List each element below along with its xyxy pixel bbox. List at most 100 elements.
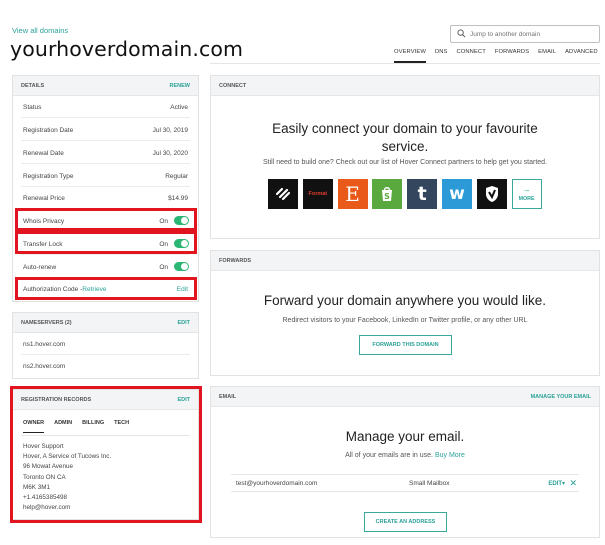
tab-admin[interactable]: ADMIN: [54, 420, 72, 433]
nameservers-card: NAMESERVERS (2) EDIT ns1.hover.com ns2.h…: [12, 312, 199, 379]
view-all-domains-link[interactable]: View all domains: [12, 26, 68, 35]
tab-overview[interactable]: OVERVIEW: [394, 49, 426, 63]
nameserver-value: ns1.hover.com: [23, 341, 66, 348]
weebly-icon[interactable]: w: [441, 179, 472, 209]
email-usage-text: All of your emails are in use.: [345, 452, 433, 459]
forwards-title: FORWARDS: [219, 258, 251, 264]
tab-tech[interactable]: TECH: [114, 420, 129, 433]
forward-domain-button[interactable]: FORWARD THIS DOMAIN: [359, 335, 452, 355]
registration-records-edit-link[interactable]: EDIT: [177, 397, 190, 403]
search-input[interactable]: [470, 27, 598, 41]
connect-subtext: Still need to build one? Check out our l…: [262, 159, 548, 166]
details-card: DETAILS RENEW Status Active Registration…: [12, 75, 199, 302]
registration-records-title: REGISTRATION RECORDS: [21, 397, 92, 403]
connect-header: CONNECT: [211, 76, 599, 96]
connect-card: CONNECT Easily connect your domain to yo…: [210, 75, 600, 239]
detail-label: Registration Date: [23, 127, 74, 134]
tumblr-icon[interactable]: t: [407, 179, 438, 209]
search-icon: [457, 29, 466, 38]
forwards-headline: Forward your domain anywhere you would l…: [263, 293, 547, 308]
retrieve-link[interactable]: Retrieve: [82, 286, 106, 293]
format-icon[interactable]: Format: [302, 179, 333, 209]
detail-row-renewal-date: Renewal Date Jul 30, 2020: [21, 142, 190, 164]
domain-tabs: OVERVIEW DNS CONNECT FORWARDS EMAIL ADVA…: [394, 49, 605, 63]
squarespace-icon[interactable]: [268, 179, 298, 209]
detail-value: Regular: [165, 173, 188, 180]
tab-advanced[interactable]: ADVANCED: [565, 49, 598, 63]
detail-label: Renewal Date: [23, 150, 64, 157]
svg-text:S: S: [385, 192, 391, 201]
transfer-lock-toggle[interactable]: [174, 239, 189, 248]
buy-more-link[interactable]: Buy More: [435, 452, 465, 459]
contact-street: 96 Mowat Avenue: [23, 463, 73, 471]
detail-row-transfer-lock: Transfer Lock On: [21, 233, 190, 255]
detail-label: Status: [23, 104, 42, 111]
whois-privacy-toggle[interactable]: [174, 216, 189, 225]
contact-phone: +1.4165385498: [23, 494, 67, 502]
contact-details: Hover Support Hover, A Service of Tucows…: [23, 442, 111, 513]
detail-label: Authorization Code -Retrieve: [23, 286, 106, 293]
contact-name: Hover Support: [23, 443, 64, 450]
detail-row-authorization-code: Authorization Code -Retrieve Edit: [21, 278, 190, 300]
registration-records-header: REGISTRATION RECORDS EDIT: [13, 390, 198, 410]
email-headline: Manage your email.: [345, 429, 465, 444]
nameservers-title: NAMESERVERS (2): [21, 320, 72, 326]
more-label: MORE: [518, 196, 535, 202]
tab-connect[interactable]: CONNECT: [457, 49, 486, 63]
mailbox-edit-dropdown[interactable]: EDIT▾: [548, 480, 565, 487]
tab-forwards[interactable]: FORWARDS: [495, 49, 529, 63]
auto-renew-toggle[interactable]: [174, 262, 189, 271]
forwards-header: FORWARDS: [211, 251, 599, 271]
tabs-divider: [210, 63, 600, 64]
squarespace-glyph: [275, 187, 291, 201]
arrow-right-icon: →: [522, 185, 531, 194]
nameservers-edit-link[interactable]: EDIT: [177, 320, 190, 326]
email-subtext: All of your emails are in use. Buy More: [211, 452, 599, 459]
contact-tabs: OWNER ADMIN BILLING TECH: [23, 420, 139, 433]
contact-organization: Hover, A Service of Tucows Inc.: [23, 453, 112, 461]
tab-email[interactable]: EMAIL: [538, 49, 556, 63]
mailbox-row: test@yourhoverdomain.com Small Mailbox E…: [231, 474, 579, 492]
renew-link[interactable]: RENEW: [170, 83, 190, 89]
page-title: yourhoverdomain.com: [10, 37, 244, 61]
shield-icon[interactable]: [476, 179, 507, 209]
detail-label: Renewal Price: [23, 195, 65, 202]
detail-row-registration-date: Registration Date Jul 30, 2019: [21, 119, 190, 141]
details-title: DETAILS: [21, 83, 45, 89]
auth-code-label: Authorization Code -: [23, 286, 83, 293]
email-title: EMAIL: [219, 394, 237, 400]
domain-search[interactable]: [450, 25, 600, 43]
contact-tabs-divider: [21, 435, 190, 436]
detail-row-auto-renew: Auto-renew On: [21, 256, 190, 278]
nameserver-item: ns1.hover.com: [21, 333, 190, 355]
auth-code-edit-link[interactable]: Edit: [177, 286, 188, 293]
nameservers-header: NAMESERVERS (2) EDIT: [13, 313, 198, 333]
mailbox-address: test@yourhoverdomain.com: [236, 480, 318, 487]
detail-value: Jul 30, 2019: [152, 127, 188, 134]
close-icon[interactable]: ✕: [569, 478, 577, 489]
tab-dns[interactable]: DNS: [435, 49, 448, 63]
partner-list: Format E S t w → MORE: [268, 179, 542, 209]
mailbox-plan: Small Mailbox: [409, 480, 450, 487]
manage-email-link[interactable]: MANAGE YOUR EMAIL: [531, 394, 591, 400]
tab-billing[interactable]: BILLING: [82, 420, 104, 433]
detail-value: Active: [170, 104, 188, 111]
etsy-icon[interactable]: E: [337, 179, 368, 209]
shopify-icon[interactable]: S: [372, 179, 403, 209]
shield-glyph: [485, 186, 498, 202]
forwards-card: FORWARDS Forward your domain anywhere yo…: [210, 250, 600, 376]
nameserver-value: ns2.hover.com: [23, 363, 66, 370]
contact-email: help@hover.com: [23, 504, 71, 512]
detail-row-registration-type: Registration Type Regular: [21, 165, 190, 187]
tab-owner[interactable]: OWNER: [23, 420, 45, 433]
more-partners-button[interactable]: → MORE: [511, 179, 542, 209]
details-header: DETAILS RENEW: [13, 76, 198, 96]
detail-label: Auto-renew: [23, 264, 57, 271]
detail-row-whois-privacy: Whois Privacy On: [21, 210, 190, 232]
detail-label: Registration Type: [23, 173, 74, 180]
detail-label: Transfer Lock: [23, 241, 63, 248]
shopify-bag-glyph: S: [382, 187, 393, 201]
create-address-button[interactable]: CREATE AN ADDRESS: [364, 512, 447, 532]
contact-city: Toronto ON CA: [23, 473, 66, 481]
email-card: EMAIL MANAGE YOUR EMAIL Manage your emai…: [210, 386, 600, 538]
